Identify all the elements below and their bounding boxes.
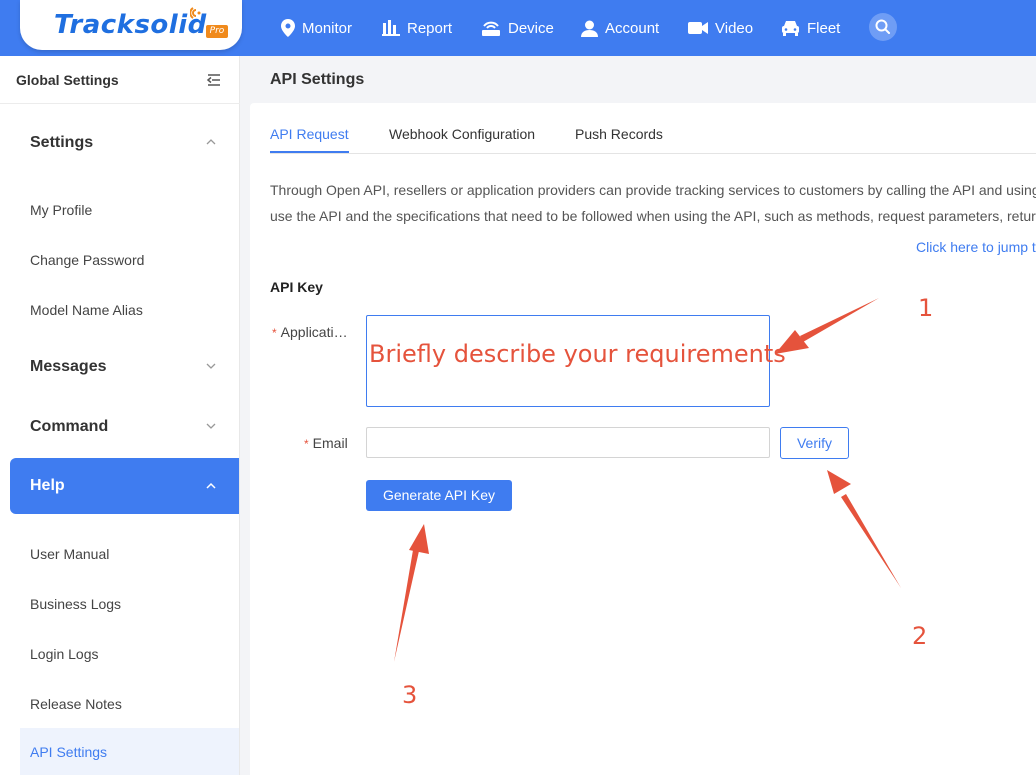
- nav-monitor[interactable]: Monitor: [281, 0, 352, 56]
- annotation-number-3: 3: [402, 681, 418, 709]
- sidebar-header: Global Settings: [0, 56, 240, 104]
- page-title: API Settings: [270, 71, 365, 88]
- generate-api-key-button[interactable]: Generate API Key: [366, 480, 512, 511]
- annotation-number-2: 2: [912, 622, 928, 650]
- annotation-number-1: 1: [918, 294, 934, 322]
- sidebar-group-messages[interactable]: Messages: [30, 358, 107, 376]
- chevron-up-icon[interactable]: [205, 136, 217, 148]
- nav-account[interactable]: Account: [581, 0, 659, 56]
- sidebar-item-login-logs[interactable]: Login Logs: [30, 646, 99, 662]
- sidebar-group-command[interactable]: Command: [30, 418, 108, 436]
- nav-fleet[interactable]: Fleet: [781, 0, 840, 56]
- nav-device[interactable]: Device: [481, 0, 554, 56]
- chevron-up-icon: [206, 482, 216, 489]
- sidebar-item-my-profile[interactable]: My Profile: [30, 202, 92, 218]
- required-mark: *: [304, 437, 309, 451]
- tabs-divider: [270, 153, 1036, 154]
- nav-report-label: Report: [407, 19, 453, 37]
- sidebar-item-user-manual[interactable]: User Manual: [30, 546, 109, 562]
- logo-text: Tracksolid: [54, 10, 207, 40]
- api-settings-card: API Request Webhook Configuration Push R…: [250, 103, 1036, 775]
- bar-chart-icon: [382, 20, 400, 36]
- section-title-api-key: API Key: [270, 279, 323, 295]
- active-tab-indicator: [270, 151, 349, 153]
- collapse-menu-icon[interactable]: [206, 72, 222, 88]
- sidebar-title: Global Settings: [16, 72, 119, 88]
- chevron-down-icon[interactable]: [205, 360, 217, 372]
- chevron-down-icon[interactable]: [205, 420, 217, 432]
- sidebar-item-release-notes[interactable]: Release Notes: [30, 696, 122, 712]
- sidebar-item-business-logs[interactable]: Business Logs: [30, 596, 121, 612]
- logo-pro-badge: Pro: [206, 25, 228, 38]
- tab-push-records[interactable]: Push Records: [575, 126, 663, 142]
- sidebar-group-help-label: Help: [30, 477, 65, 494]
- tab-api-request[interactable]: API Request: [270, 126, 349, 142]
- tab-webhook-configuration[interactable]: Webhook Configuration: [389, 126, 535, 142]
- logo[interactable]: Tracksolid Pro: [20, 0, 242, 50]
- nav-report[interactable]: Report: [382, 0, 452, 56]
- search-button[interactable]: [869, 13, 897, 41]
- nav-video-label: Video: [715, 19, 754, 37]
- email-input[interactable]: [366, 427, 770, 458]
- video-camera-icon: [688, 22, 708, 34]
- sidebar-group-help[interactable]: Help: [10, 458, 239, 514]
- application-label: * Applicati…: [272, 324, 348, 340]
- nav-monitor-label: Monitor: [302, 19, 353, 37]
- nav-video[interactable]: Video: [688, 0, 753, 56]
- location-pin-icon: [281, 19, 295, 37]
- application-placeholder: Briefly describe your requirements: [369, 340, 786, 368]
- car-icon: [782, 21, 799, 36]
- nav-account-label: Account: [605, 19, 660, 37]
- router-icon: [482, 21, 500, 36]
- description-line-1: Through Open API, resellers or applicati…: [270, 182, 1036, 198]
- sidebar-item-api-settings-label: API Settings: [30, 744, 108, 760]
- email-label-text: Email: [312, 435, 348, 451]
- application-textarea[interactable]: Briefly describe your requirements: [366, 315, 786, 407]
- sidebar-item-model-name-alias[interactable]: Model Name Alias: [30, 302, 143, 318]
- nav-fleet-label: Fleet: [807, 19, 841, 37]
- sidebar-group-settings[interactable]: Settings: [30, 134, 93, 152]
- email-label: * Email: [304, 435, 348, 451]
- top-navigation-bar: Tracksolid Pro Monitor Report Device Acc…: [0, 0, 1036, 56]
- description-line-2: use the API and the specifications that …: [270, 208, 1036, 224]
- verify-button[interactable]: Verify: [780, 427, 849, 459]
- signal-icon: [190, 7, 201, 19]
- user-icon: [581, 20, 598, 37]
- sidebar: Global Settings Settings My Profile Chan…: [0, 56, 240, 775]
- search-icon: [875, 19, 890, 34]
- application-label-text: Applicati…: [280, 324, 348, 340]
- nav-device-label: Device: [508, 19, 554, 37]
- sidebar-item-api-settings[interactable]: API Settings: [20, 728, 239, 775]
- required-mark: *: [272, 326, 277, 340]
- sidebar-item-change-password[interactable]: Change Password: [30, 252, 144, 268]
- documentation-link[interactable]: Click here to jump t: [916, 239, 1036, 255]
